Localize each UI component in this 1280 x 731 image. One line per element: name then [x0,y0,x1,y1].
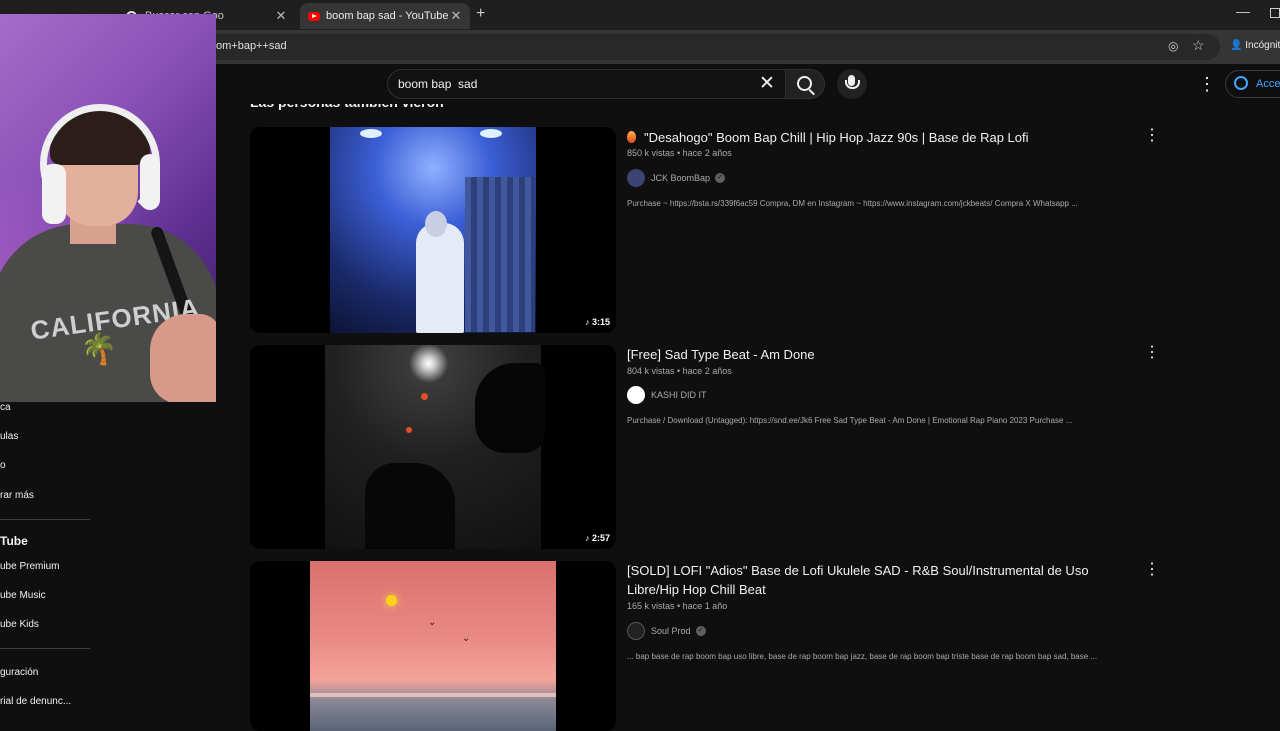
sidebar-item-movies[interactable]: ulas [0,431,18,442]
microphone-icon [845,75,860,89]
sidebar-divider [0,519,90,520]
account-icon [1234,76,1248,90]
channel-name: Soul Prod [651,626,691,636]
thumbnail-image [330,127,536,333]
sidebar-item-music[interactable]: ca [0,402,11,413]
sidebar-item-youtube-premium[interactable]: ube Premium [0,561,59,572]
channel-avatar [627,622,645,640]
video-thumbnail[interactable]: ♪ 3:15 [250,127,616,333]
video-title[interactable]: "Desahogo" Boom Bap Chill | Hip Hop Jazz… [627,128,1097,147]
webcam-overlay: CALIFORNIA 🌴 [0,14,216,402]
bookmark-star-icon[interactable]: ☆ [1192,37,1205,54]
maximize-window-icon[interactable] [1270,8,1280,18]
sidebar-item-settings[interactable]: guración [0,667,38,678]
video-actions-more-icon[interactable]: ⋮ [1144,559,1160,579]
video-result: ♪ 3:15 "Desahogo" Boom Bap Chill | Hip H… [250,127,1210,333]
channel-link[interactable]: KASHI DID IT [627,386,707,404]
video-result: ♪ 2:57 [Free] Sad Type Beat - Am Done 80… [250,342,1210,549]
sidebar-item-show-more[interactable]: rar más [0,490,34,501]
video-description: ... bap base de rap boom bap uso libre, … [627,652,1098,661]
address-bar[interactable] [200,34,1220,60]
sidebar-heading-youtube: Tube [0,534,28,548]
channel-avatar [627,386,645,404]
verified-check-icon: ✓ [715,173,726,183]
video-description: Purchase ~ https://bsta.rs/339f6ac59 Com… [627,199,1078,208]
eye-off-icon[interactable]: ◎ [1168,39,1178,53]
sidebar-item-report-history[interactable]: rial de denunc... [0,696,71,707]
settings-more-icon[interactable]: ⋮ [1198,74,1216,95]
video-meta: 850 k vistas • hace 2 años [627,148,732,158]
video-actions-more-icon[interactable]: ⋮ [1144,125,1160,145]
fire-emoji-icon [627,131,636,143]
sign-in-label: Acce [1256,78,1280,90]
minimize-window-icon[interactable]: — [1236,3,1250,19]
url-text[interactable]: om+bap++sad [216,40,287,52]
video-meta: 804 k vistas • hace 2 años [627,366,732,376]
duration-badge: ♪ 2:57 [584,533,610,543]
video-thumbnail[interactable]: ♪ 2:57 [250,345,616,549]
close-tab-icon[interactable]: ✕ [448,8,464,24]
incognito-badge[interactable]: 👤 Incógnit [1230,40,1280,51]
channel-name: KASHI DID IT [651,390,707,400]
search-button[interactable] [785,69,825,99]
video-result: ⌄ ⌄ [SOLD] LOFI "Adios" Base de Lofi Uku… [250,559,1210,731]
video-actions-more-icon[interactable]: ⋮ [1144,342,1160,362]
youtube-favicon-icon [308,11,320,21]
verified-check-icon: ✓ [695,626,706,636]
channel-name: JCK BoomBap [651,173,711,183]
sidebar-item-video[interactable]: o [0,460,6,471]
voice-search-button[interactable] [837,69,867,99]
sidebar-divider [0,648,90,649]
video-meta: 165 k vistas • hace 1 año [627,601,728,611]
search-query-text[interactable]: boom bap sad [398,77,477,91]
new-tab-icon[interactable]: + [476,5,485,23]
video-thumbnail[interactable]: ⌄ ⌄ [250,561,616,731]
browser-tab-youtube[interactable]: boom bap sad - YouTube ✕ [300,3,470,29]
video-title[interactable]: [SOLD] LOFI "Adios" Base de Lofi Ukulele… [627,561,1097,599]
clear-search-icon[interactable]: ✕ [759,72,775,95]
sidebar-item-youtube-kids[interactable]: ube Kids [0,619,39,630]
channel-avatar [627,169,645,187]
duration-badge: ♪ 3:15 [584,317,610,327]
search-icon [797,76,812,91]
video-title[interactable]: [Free] Sad Type Beat - Am Done [627,345,1097,364]
sidebar-item-youtube-music[interactable]: ube Music [0,590,46,601]
thumbnail-image [325,345,545,549]
tab-title: boom bap sad - YouTube [326,10,448,22]
thumbnail-image: ⌄ ⌄ [310,561,556,731]
channel-link[interactable]: Soul Prod ✓ [627,622,706,640]
channel-link[interactable]: JCK BoomBap ✓ [627,169,726,187]
video-description: Purchase / Download (Untagged): https://… [627,416,1073,425]
close-tab-icon[interactable]: ✕ [273,8,289,24]
sign-in-button[interactable]: Acce [1225,70,1280,98]
